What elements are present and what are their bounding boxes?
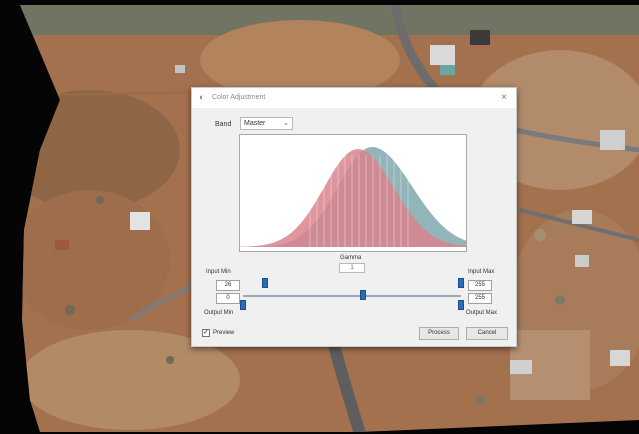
checkmark-icon: ✓: [203, 329, 209, 336]
input-max-field[interactable]: 255: [468, 280, 492, 291]
preview-label: Preview: [213, 330, 235, 336]
dialog-title: Color Adjustment: [212, 94, 266, 101]
band-label: Band: [215, 121, 232, 128]
input-min-handle[interactable]: [262, 278, 269, 288]
slider-track[interactable]: [243, 295, 461, 297]
input-max-handle[interactable]: [458, 278, 464, 288]
gamma-input[interactable]: 1: [339, 263, 365, 273]
input-max-label: Input Max: [468, 269, 495, 275]
process-button[interactable]: Process: [419, 327, 459, 340]
dialog-titlebar[interactable]: ◐ Color Adjustment ×: [192, 88, 516, 108]
desktop-background: ◐ Color Adjustment × Band Master ⌄ Gamma…: [0, 0, 639, 434]
gamma-label: Gamma: [340, 255, 362, 261]
chevron-down-icon: ⌄: [283, 120, 289, 127]
output-min-label: Output Min: [204, 310, 234, 316]
levels-slider[interactable]: [237, 276, 467, 310]
band-select-value: Master: [244, 120, 266, 127]
cancel-button[interactable]: Cancel: [466, 327, 508, 340]
close-icon[interactable]: ×: [498, 92, 510, 104]
output-max-field[interactable]: 255: [468, 293, 492, 304]
preview-checkbox[interactable]: ✓: [202, 329, 210, 337]
output-max-label: Output Max: [466, 310, 498, 316]
output-max-handle[interactable]: [458, 300, 464, 310]
band-select[interactable]: Master ⌄: [240, 117, 293, 130]
color-adjustment-dialog: ◐ Color Adjustment × Band Master ⌄ Gamma…: [191, 87, 517, 347]
output-min-handle[interactable]: [240, 300, 246, 310]
color-adjust-icon: ◐: [199, 92, 205, 102]
histogram-chart: [239, 134, 467, 252]
gamma-handle[interactable]: [360, 290, 367, 300]
input-min-label: Input Min: [206, 269, 231, 275]
